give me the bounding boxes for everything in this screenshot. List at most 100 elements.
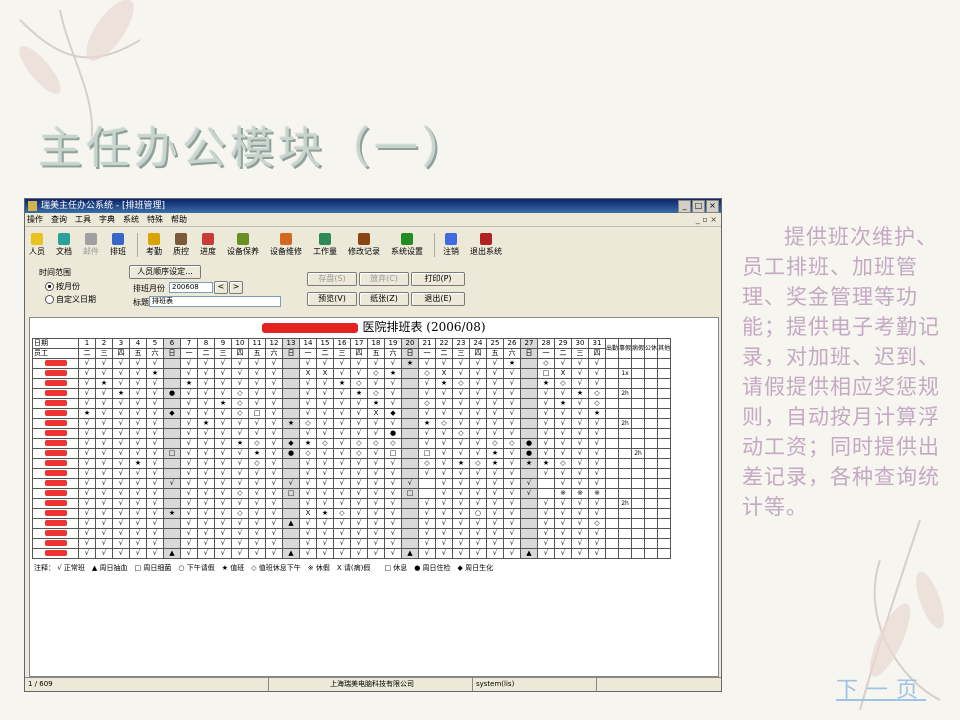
toolbar-button-5[interactable]: 质控 [173, 233, 189, 257]
menu-item-2[interactable]: 工具 [75, 213, 91, 226]
table-row[interactable]: √ ★ √ √ √ ★ √ √ √ √ √ √ √ ★ ◇ √ √ √ ★ ◇ √ √ √ ★ ◇ √ √ [32, 378, 672, 389]
table-row[interactable]: √ √ √ √ √ √ √ √ √ √ √ √ √ √ √ √ √ √ √ √ √ √ √ √ √ √ √ [32, 528, 672, 539]
paper-button[interactable]: 纸张(Z) [359, 292, 409, 306]
shift-cell: √ [129, 508, 147, 519]
toolbar-button-8[interactable]: 设备维修 [270, 233, 302, 257]
shift-cell: ◇ [435, 418, 453, 429]
shift-cell: √ [503, 488, 521, 499]
table-row[interactable]: ★ √ √ √ √ ◆ √ √ √ ◇ □ √ √ √ √ √ Ⅹ ◆ √ √ √ √ √ √ √ √ √ ★ [32, 408, 672, 419]
table-row[interactable]: √ √ √ √ √ □ √ √ √ √ ★ √ ● ◇ √ √ ◇ √ □ □ √ √ √ ★ √ ● √ √ √ √ 2h [32, 448, 672, 459]
toolbar-button-13[interactable]: 退出系统 [470, 233, 502, 257]
toolbar-button-0[interactable]: 人员 [29, 233, 45, 257]
header-day: 15 [316, 338, 334, 349]
shift-cell: ★ [299, 438, 317, 449]
shift-cell: √ [350, 408, 368, 419]
exit-button[interactable]: 退出(E) [411, 292, 465, 306]
table-row[interactable]: √ √ √ √ √ √ √ ★ ◇ √ √ √ √ √ √ ★ √ ◇ √ √ √ √ √ √ ★ √ ◇ [32, 398, 672, 409]
table-row[interactable]: √ √ √ √ √ √ √ √ √ √ √ √ √ √ √ √ ● √ √ ◇ √ √ √ √ √ √ √ [32, 428, 672, 439]
shift-cell: √ [503, 398, 521, 409]
table-row[interactable]: √ √ √ √ √ √ √ √ √ √ √ √ √ √ √ √ √ √ √ √ √ √ √ √ √ √ √ [32, 468, 672, 479]
shift-cell: √ [333, 518, 351, 529]
table-row[interactable]: √ √ √ √ √ √ √ √ ◇ √ √ □ √ √ √ √ √ √ □ √ √ √ √ √ √ ※ ※ ※ [32, 488, 672, 499]
shift-cell: √ [248, 398, 266, 409]
table-row[interactable]: √ √ √ √ √ √ √ √ √ √ √ √ √ √ √ √ √ √ √ √ √ √ √ √ √ √ √ [32, 538, 672, 549]
table-row[interactable]: √ √ √ √ ★ √ √ √ √ √ √ Ⅹ Ⅹ √ √ ◇ ★ ◇ Ⅹ √ √ √ √ □ Ⅹ √ √ 1x [32, 368, 672, 379]
toolbar-button-2[interactable]: 邮件 [83, 233, 99, 257]
header-weekday: 二 [554, 348, 572, 359]
table-row[interactable]: √ √ √ √ √ √ √ √ ★ ◇ √ ◆ ★ ◇ √ ◇ ◇ ◇ √ √ √ √ ◇ ◇ ● √ √ √ √ [32, 438, 672, 449]
toolbar-button-3[interactable]: 排班 [110, 233, 126, 257]
person-order-button[interactable]: 人员顺序设定... [129, 265, 201, 279]
table-row[interactable]: √ √ √ √ √ √ √ √ √ √ √ √ √ √ √ √ √ √ √ √ √ √ √ √ √ √ √ 2h [32, 498, 672, 509]
shift-cell: √ [129, 368, 147, 379]
extra-cell [644, 428, 659, 439]
window-titlebar[interactable]: 瑞美主任办公系统 - [排班管理] _ □ × [25, 199, 721, 213]
mdi-controls-icon[interactable]: _ ▫ × [696, 213, 717, 226]
shift-cell: √ [571, 478, 589, 489]
menu-item-4[interactable]: 系统 [123, 213, 139, 226]
maximize-icon[interactable]: □ [692, 200, 705, 213]
extra-cell [657, 408, 672, 419]
menu-item-0[interactable]: 操作 [27, 213, 43, 226]
table-row[interactable]: √ √ √ √ √ √ ★ √ √ √ √ ★ ◇ √ √ √ √ √ ★ ◇ √ √ √ √ √ √ √ √ 2h [32, 418, 672, 429]
shift-cell: √ [112, 548, 130, 559]
toolbar-button-11[interactable]: 系统设置 [391, 233, 423, 257]
month-input[interactable]: 200608 [169, 282, 213, 293]
cancel-button[interactable]: 放弃(C) [359, 272, 409, 286]
table-row[interactable]: √ √ √ ★ √ √ √ √ √ ◇ √ √ √ √ √ √ √ ◇ √ ★ ◇ ★ √ ★ ★ ◇ √ √ [32, 458, 672, 469]
shift-cell: √ [503, 478, 521, 489]
table-row[interactable]: √ √ √ √ √ √ √ √ √ √ √ √ √ √ √ √ √ ★ √ √ √ √ √ ★ ◇ √ √ √ [32, 358, 672, 369]
table-row[interactable]: √ √ ★ √ √ ● √ √ √ ◇ √ √ √ √ √ ★ ◇ √ √ √ √ √ √ √ √ √ ★ ◇ 2h [32, 388, 672, 399]
menu-item-3[interactable]: 字典 [99, 213, 115, 226]
extra-cell [618, 488, 633, 499]
close-icon[interactable]: × [706, 200, 719, 213]
header-day: 4 [129, 338, 147, 349]
toolbar-button-7[interactable]: 设备保养 [227, 233, 259, 257]
extra-cell [657, 548, 672, 559]
shift-cell: √ [588, 448, 606, 459]
print-button[interactable]: 打印(P) [411, 272, 465, 286]
toolbar-button-10[interactable]: 修改记录 [348, 233, 380, 257]
shift-cell [282, 358, 300, 369]
slide-title: 主任办公模块（一） [38, 123, 470, 174]
table-row[interactable]: √ √ √ √ √ √ √ √ √ √ √ √ √ √ √ √ √ √ √ √ √ √ √ √ √ √ √ √ √ [32, 478, 672, 489]
shift-cell: √ [571, 498, 589, 509]
shift-cell: √ [588, 438, 606, 449]
shift-cell: √ [350, 428, 368, 439]
save-button[interactable]: 存盘(S) [307, 272, 357, 286]
minimize-icon[interactable]: _ [678, 200, 691, 213]
title-input[interactable]: 排班表 [149, 296, 281, 307]
menu-item-1[interactable]: 查询 [51, 213, 67, 226]
shift-cell: √ [146, 398, 164, 409]
next-month-button[interactable]: > [229, 281, 243, 294]
table-row[interactable]: √ √ √ √ √ √ √ √ √ √ √ ▲ √ √ √ √ √ √ √ √ √ √ √ √ √ √ √ ◇ [32, 518, 672, 529]
prev-month-button[interactable]: < [214, 281, 228, 294]
shift-cell: √ [435, 528, 453, 539]
extra-cell [657, 538, 672, 549]
toolbar-button-12[interactable]: 注销 [443, 233, 459, 257]
shift-cell: ◇ [554, 458, 572, 469]
shift-cell: ◇ [469, 458, 487, 469]
toolbar-button-1[interactable]: 文档 [56, 233, 72, 257]
extra-cell [644, 368, 659, 379]
shift-cell: √ [503, 518, 521, 529]
shift-cell: √ [452, 508, 470, 519]
next-page-link[interactable]: 下一页 [836, 672, 926, 704]
shift-cell: √ [333, 438, 351, 449]
extra-cell [644, 388, 659, 399]
shift-cell: √ [146, 408, 164, 419]
toolbar-button-9[interactable]: 工作量 [313, 233, 337, 257]
preview-button[interactable]: 预览(V) [307, 292, 357, 306]
table-row[interactable]: √ √ √ √ √ ★ √ √ √ ◇ √ √ Ⅹ ★ ◇ √ √ √ √ √ √ ○ √ √ √ √ √ √ [32, 508, 672, 519]
by-month-radio[interactable]: 按月份 [45, 281, 80, 292]
menu-item-6[interactable]: 帮助 [171, 213, 187, 226]
menu-item-5[interactable]: 特殊 [147, 213, 163, 226]
shift-cell: √ [316, 398, 334, 409]
shift-cell: √ [265, 378, 283, 389]
sheet-title: 医院排班表 (2006/08) [30, 318, 718, 336]
extra-cell [657, 368, 672, 379]
table-row[interactable]: √ √ √ √ √ ▲ √ √ √ √ √ √ ▲ √ √ √ √ √ √ ▲ √ √ √ √ √ √ ▲ √ √ √ √ [32, 548, 672, 559]
custom-date-radio[interactable]: 自定义日期 [45, 294, 96, 305]
toolbar-button-6[interactable]: 进度 [200, 233, 216, 257]
toolbar-button-4[interactable]: 考勤 [146, 233, 162, 257]
